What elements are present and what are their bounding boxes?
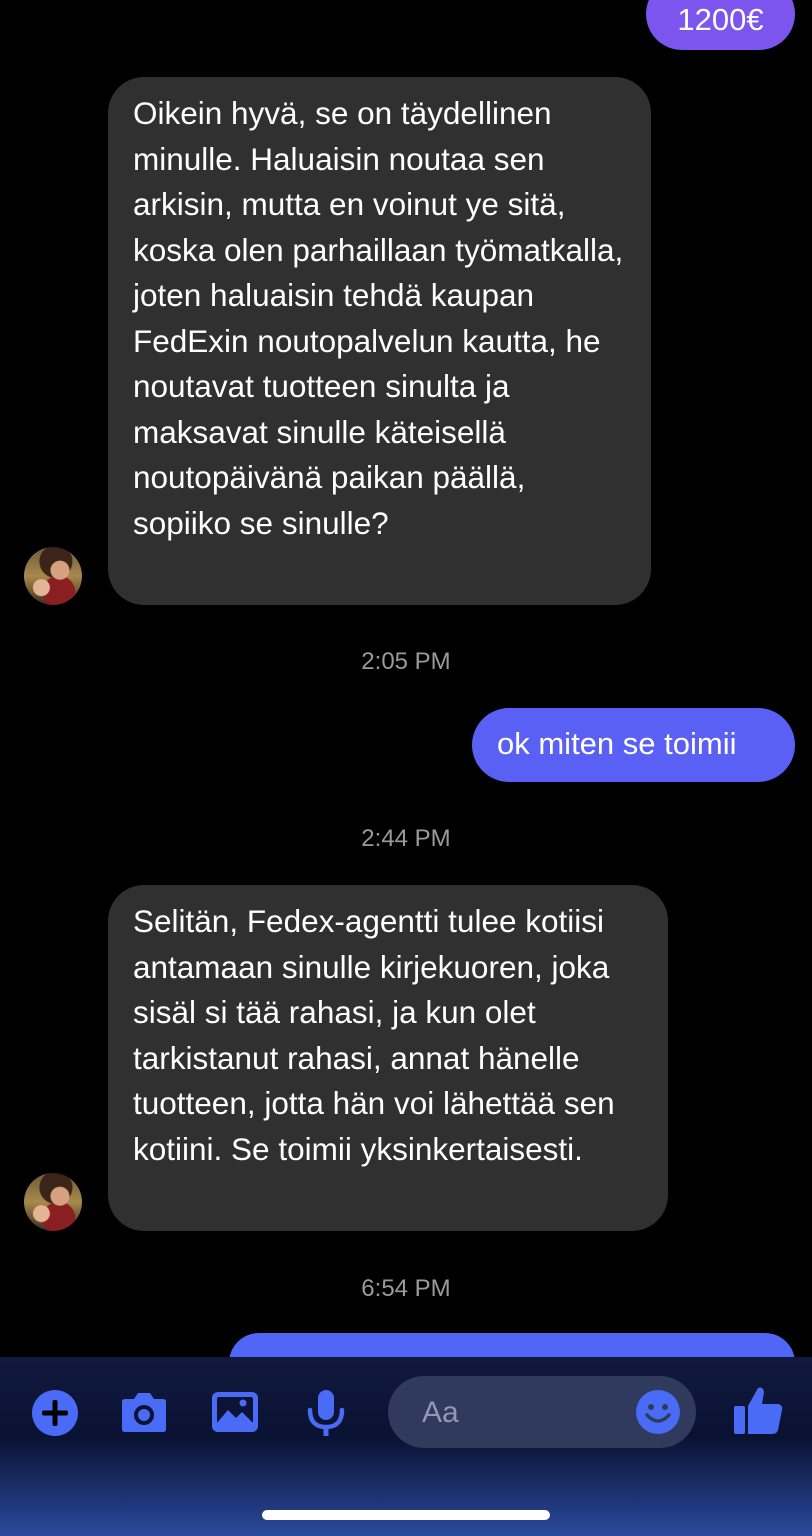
outgoing-message[interactable]: 1200€ — [646, 0, 795, 50]
like-button[interactable] — [730, 1382, 786, 1438]
message-timestamp: 6:54 PM — [361, 1275, 451, 1302]
voice-message-button[interactable] — [299, 1386, 353, 1440]
home-indicator[interactable] — [262, 1510, 550, 1520]
contact-avatar[interactable] — [24, 1173, 82, 1231]
add-button[interactable] — [28, 1386, 82, 1440]
message-input-container — [388, 1376, 696, 1450]
incoming-message[interactable]: Selitän, Fedex-agentti tulee kotiisi ant… — [108, 885, 668, 1231]
message-text: ok miten se toimii — [497, 726, 737, 761]
gallery-button[interactable] — [208, 1386, 262, 1440]
emoji-icon[interactable] — [634, 1388, 682, 1436]
contact-avatar[interactable] — [24, 547, 82, 605]
message-timestamp: 2:44 PM — [361, 825, 451, 852]
message-text: Oikein hyvä, se on täydellinen minulle. … — [133, 95, 624, 541]
camera-button[interactable] — [117, 1386, 171, 1440]
message-text: 1200€ — [677, 2, 764, 37]
plus-circle-icon — [32, 1390, 78, 1436]
message-text: Selitän, Fedex-agentti tulee kotiisi ant… — [133, 903, 615, 1167]
message-timestamp: 2:05 PM — [361, 648, 451, 675]
message-input[interactable] — [420, 1376, 624, 1450]
incoming-message[interactable]: Oikein hyvä, se on täydellinen minulle. … — [108, 77, 651, 605]
image-icon — [212, 1392, 258, 1432]
outgoing-message[interactable]: ok miten se toimii — [472, 708, 795, 782]
microphone-icon — [307, 1390, 345, 1436]
thumbs-up-icon — [734, 1387, 783, 1434]
camera-icon — [122, 1393, 166, 1432]
